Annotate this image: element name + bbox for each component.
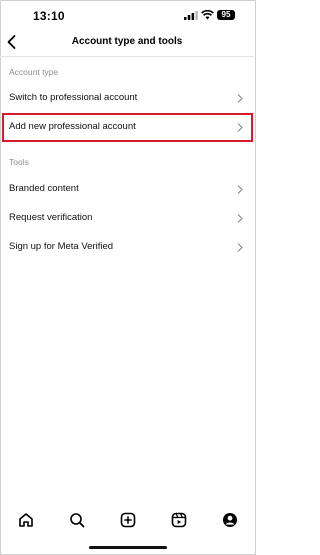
cellular-signal-icon (184, 11, 198, 20)
search-icon[interactable] (69, 512, 85, 528)
row-label: Switch to professional account (9, 92, 138, 103)
home-indicator (89, 546, 167, 549)
row-label: Request verification (9, 212, 93, 223)
highlight-box (2, 113, 253, 142)
page-title: Account type and tools (71, 36, 183, 47)
meta-verified-row[interactable]: Sign up for Meta Verified (0, 233, 254, 261)
top-header: Account type and tools (0, 30, 254, 57)
switch-to-professional-row[interactable]: Switch to professional account (0, 84, 254, 112)
bottom-nav (0, 505, 254, 535)
create-plus-icon[interactable] (120, 512, 136, 528)
section-label-account-type: Account type (9, 67, 59, 77)
request-verification-row[interactable]: Request verification (0, 204, 254, 232)
status-bar: 13:10 95 (0, 0, 254, 30)
status-time: 13:10 (33, 9, 65, 23)
home-icon[interactable] (18, 512, 34, 528)
wifi-icon (201, 10, 214, 20)
chevron-right-icon (237, 243, 243, 252)
reels-icon[interactable] (171, 512, 187, 528)
row-label: Sign up for Meta Verified (9, 241, 114, 252)
profile-icon[interactable] (222, 512, 238, 528)
chevron-right-icon (237, 185, 243, 194)
branded-content-row[interactable]: Branded content (0, 175, 254, 203)
chevron-right-icon (237, 214, 243, 223)
section-label-tools: Tools (9, 157, 29, 167)
battery-level: 95 (217, 10, 235, 20)
row-label: Branded content (9, 183, 79, 194)
chevron-right-icon (237, 94, 243, 103)
